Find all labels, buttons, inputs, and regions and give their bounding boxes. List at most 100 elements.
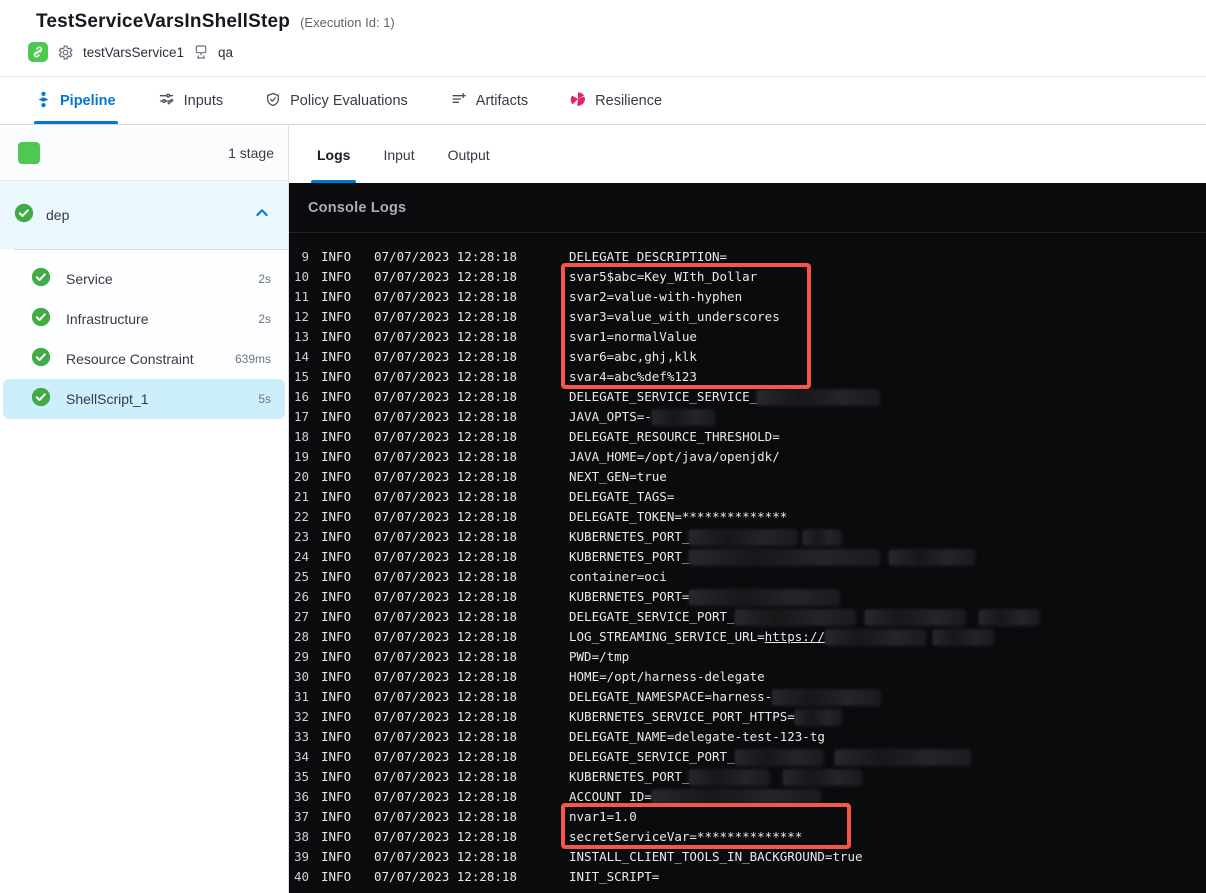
stage-count-label: 1 stage — [228, 145, 274, 161]
log-line-number: 27 — [293, 609, 309, 624]
log-message: LOG_STREAMING_SERVICE_URL= https:// — [569, 627, 993, 647]
log-message: DELEGATE_NAMESPACE=harness- — [569, 687, 881, 707]
redacted-text — [978, 609, 1039, 625]
log-timestamp: 07/07/2023 12:28:18 — [374, 529, 517, 544]
log-text: DELEGATE_SERVICE_PORT_ — [569, 749, 735, 764]
log-level: INFO — [321, 649, 352, 664]
tab-input[interactable]: Input — [381, 126, 416, 183]
chevron-up-icon[interactable] — [254, 205, 270, 226]
success-check-icon — [31, 267, 51, 292]
log-line-number: 29 — [293, 649, 309, 664]
log-row: 21 INFO 07/07/2023 12:28:18 DELEGATE_TAG… — [289, 487, 1206, 507]
log-level: INFO — [321, 749, 352, 764]
stage-group-label: dep — [46, 207, 70, 223]
log-timestamp: 07/07/2023 12:28:18 — [374, 569, 517, 584]
console-log-scroll-area[interactable]: 9 INFO 07/07/2023 12:28:18 DELEGATE_DESC… — [289, 233, 1206, 893]
log-level: INFO — [321, 389, 352, 404]
log-timestamp: 07/07/2023 12:28:18 — [374, 389, 517, 404]
log-row: 28 INFO 07/07/2023 12:28:18 LOG_STREAMIN… — [289, 627, 1206, 647]
log-timestamp: 07/07/2023 12:28:18 — [374, 809, 517, 824]
log-line-number: 28 — [293, 629, 309, 644]
log-level: INFO — [321, 429, 352, 444]
log-text: secretServiceVar=************** — [569, 829, 803, 844]
log-line-number: 39 — [293, 849, 309, 864]
tab-output[interactable]: Output — [446, 126, 492, 183]
redacted-text — [889, 549, 975, 565]
tab-logs[interactable]: Logs — [311, 126, 357, 183]
log-level: INFO — [321, 269, 352, 284]
log-level: INFO — [321, 549, 352, 564]
stage-group-dep[interactable]: dep — [0, 181, 288, 249]
log-message: svar3=value_with_underscores — [569, 307, 780, 327]
log-line-number: 36 — [293, 789, 309, 804]
log-level: INFO — [321, 829, 352, 844]
log-line-number: 33 — [293, 729, 309, 744]
tab-pipeline[interactable]: Pipeline — [34, 78, 118, 124]
log-text: DELEGATE_DESCRIPTION= — [569, 249, 728, 264]
step-row-service[interactable]: Service 2s — [3, 259, 285, 299]
log-text: HOME=/opt/harness-delegate — [569, 669, 765, 684]
log-line-number: 24 — [293, 549, 309, 564]
redacted-text — [824, 629, 925, 645]
log-row: 10 INFO 07/07/2023 12:28:18 svar5$abc=Ke… — [289, 267, 1206, 287]
service-name[interactable]: testVarsService1 — [83, 45, 184, 60]
log-message: DELEGATE_SERVICE_PORT_ — [569, 747, 970, 767]
log-message: DELEGATE_SERVICE_SERVICE_ — [569, 387, 880, 407]
log-timestamp: 07/07/2023 12:28:18 — [374, 589, 517, 604]
execution-sidebar: 1 stage dep Service 2s Infrastructure 2s… — [0, 126, 289, 893]
log-timestamp: 07/07/2023 12:28:18 — [374, 709, 517, 724]
log-row: 15 INFO 07/07/2023 12:28:18 svar4=abc%de… — [289, 367, 1206, 387]
step-row-resource-constraint[interactable]: Resource Constraint 639ms — [3, 339, 285, 379]
log-line-number: 32 — [293, 709, 309, 724]
log-row: 38 INFO 07/07/2023 12:28:18 secretServic… — [289, 827, 1206, 847]
stage-summary-row[interactable]: 1 stage — [0, 126, 288, 181]
log-row: 40 INFO 07/07/2023 12:28:18 INIT_SCRIPT= — [289, 867, 1206, 887]
log-timestamp: 07/07/2023 12:28:18 — [374, 749, 517, 764]
tab-artifacts[interactable]: Artifacts — [450, 78, 528, 124]
log-level: INFO — [321, 509, 352, 524]
log-text: INIT_SCRIPT= — [569, 869, 660, 884]
log-tabbar: Logs Input Output — [289, 126, 1206, 183]
log-level: INFO — [321, 369, 352, 384]
log-timestamp: 07/07/2023 12:28:18 — [374, 649, 517, 664]
tab-policy-evaluations[interactable]: Policy Evaluations — [265, 78, 408, 124]
log-row: 22 INFO 07/07/2023 12:28:18 DELEGATE_TOK… — [289, 507, 1206, 527]
log-level: INFO — [321, 609, 352, 624]
log-link[interactable]: https:// — [765, 627, 825, 647]
log-level: INFO — [321, 869, 352, 884]
log-line-number: 10 — [293, 269, 309, 284]
console-header: Console Logs — [289, 183, 1206, 233]
step-row-infrastructure[interactable]: Infrastructure 2s — [3, 299, 285, 339]
log-message: nvar1=1.0 — [569, 807, 637, 827]
log-line-number: 20 — [293, 469, 309, 484]
log-text: DELEGATE_TOKEN=************** — [569, 509, 788, 524]
log-text: JAVA_OPTS=- — [569, 409, 652, 424]
log-line-number: 34 — [293, 749, 309, 764]
environment-name[interactable]: qa — [218, 45, 233, 60]
tab-resilience[interactable]: Resilience — [570, 78, 662, 124]
log-line-number: 21 — [293, 489, 309, 504]
log-line-number: 38 — [293, 829, 309, 844]
tab-inputs[interactable]: Inputs — [158, 78, 223, 124]
execution-page: TestServiceVarsInShellStep (Execution Id… — [0, 0, 1206, 893]
log-timestamp: 07/07/2023 12:28:18 — [374, 629, 517, 644]
log-text: DELEGATE_SERVICE_PORT_ — [569, 609, 735, 624]
log-row: 11 INFO 07/07/2023 12:28:18 svar2=value-… — [289, 287, 1206, 307]
log-row: 14 INFO 07/07/2023 12:28:18 svar6=abc,gh… — [289, 347, 1206, 367]
log-text: PWD=/tmp — [569, 649, 630, 664]
redacted-text — [734, 749, 823, 765]
log-timestamp: 07/07/2023 12:28:18 — [374, 349, 517, 364]
log-row: 16 INFO 07/07/2023 12:28:18 DELEGATE_SER… — [289, 387, 1206, 407]
gear-icon[interactable] — [57, 44, 74, 61]
log-timestamp: 07/07/2023 12:28:18 — [374, 289, 517, 304]
log-timestamp: 07/07/2023 12:28:18 — [374, 249, 517, 264]
step-duration: 5s — [258, 392, 271, 406]
log-timestamp: 07/07/2023 12:28:18 — [374, 309, 517, 324]
step-row-shellscript-1[interactable]: ShellScript_1 5s — [3, 379, 285, 419]
log-line-number: 35 — [293, 769, 309, 784]
step-details-pane: Logs Input Output Console Logs 9 INFO 07… — [289, 126, 1206, 893]
log-text: nvar1=1.0 — [569, 809, 637, 824]
log-row: 24 INFO 07/07/2023 12:28:18 KUBERNETES_P… — [289, 547, 1206, 567]
console-panel: Console Logs 9 INFO 07/07/2023 12:28:18 … — [289, 183, 1206, 893]
log-level: INFO — [321, 349, 352, 364]
